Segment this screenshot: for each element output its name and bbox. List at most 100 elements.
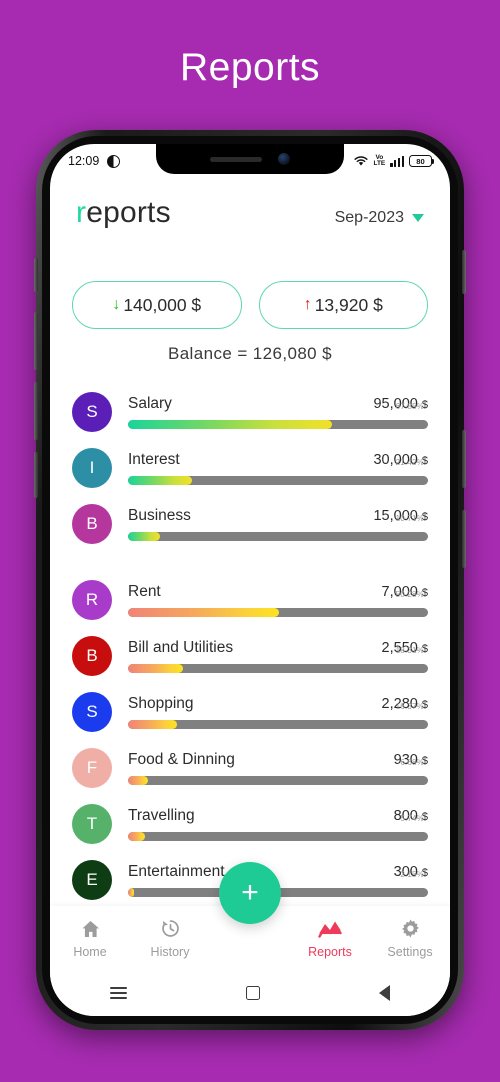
home-icon (80, 918, 101, 940)
category-list[interactable]: S Salary 95,000 $67.85% I Interest 30,000 $21… (50, 384, 450, 920)
income-category-group: S Salary 95,000 $67.85% I Interest 30,000 $21… (72, 384, 428, 552)
brand-rest: eports (86, 196, 171, 229)
category-progress-track (128, 776, 428, 785)
hamburger-recents-icon[interactable] (109, 986, 127, 1000)
avatar: I (72, 448, 112, 488)
phone-screen: 12:09 Vo LTE 80 reports Sep-2023 ↓ 140,0… (50, 144, 450, 1016)
category-body: Food & Dinning 930 $6.68% (128, 751, 428, 785)
category-progress-fill (128, 776, 148, 785)
category-percent-label: 50.28% (395, 590, 424, 599)
category-name: Food & Dinning (128, 751, 235, 768)
app-brand-title: reports (76, 196, 171, 230)
avatar: T (72, 804, 112, 844)
avatar: S (72, 392, 112, 432)
signal-bars-icon (390, 155, 404, 167)
category-row[interactable]: B Bill and Utilities 2,550 $18.31% (72, 628, 428, 684)
category-progress-fill (128, 664, 183, 673)
category-row[interactable]: F Food & Dinning 930 $6.68% (72, 740, 428, 796)
triangle-back-icon[interactable] (379, 985, 391, 1001)
page-title: Reports (179, 46, 321, 89)
category-name: Salary (128, 395, 172, 412)
summary-pills: ↓ 140,000 $ ↑ 13,920 $ (50, 281, 450, 329)
category-percent-label: 67.85% (395, 402, 424, 411)
category-progress-fill (128, 832, 146, 841)
income-total-value: 140,000 $ (123, 294, 202, 315)
category-progress-track (128, 832, 428, 841)
category-body: Rent 7,000 $50.28% (128, 583, 428, 617)
category-body: Travelling 800 $5.74% (128, 807, 428, 841)
category-progress-track (128, 720, 428, 729)
phone-button-right-3[interactable] (462, 510, 466, 568)
front-camera-icon (278, 153, 290, 165)
category-progress-fill (128, 888, 135, 897)
category-percent-label: 16.37% (395, 702, 424, 711)
category-row[interactable]: R Rent 7,000 $50.28% (72, 572, 428, 628)
wifi-icon (354, 156, 369, 166)
arrow-up-icon: ↑ (303, 296, 312, 313)
category-progress-fill (128, 720, 177, 729)
history-clock-icon (160, 918, 181, 940)
category-progress-track (128, 476, 428, 485)
nav-item-settings[interactable]: Settings (370, 918, 450, 959)
category-row[interactable]: S Shopping 2,280 $16.37% (72, 684, 428, 740)
phone-button-volume-down[interactable] (34, 382, 38, 440)
chevron-down-icon (412, 214, 424, 222)
category-progress-fill (128, 476, 193, 485)
nav-item-home[interactable]: Home (50, 918, 130, 959)
category-progress-fill (128, 420, 332, 429)
category-progress-track (128, 608, 428, 617)
speaker-grille-icon (210, 156, 262, 162)
category-body: Bill and Utilities 2,550 $18.31% (128, 639, 428, 673)
phone-button-left-4[interactable] (34, 452, 38, 498)
category-progress-fill (128, 608, 279, 617)
balance-summary: Balance = 126,080 $ (167, 344, 333, 363)
category-percent-label: 2.15% (400, 870, 424, 879)
status-bar-left: 12:09 (68, 154, 121, 168)
category-header: Food & Dinning 930 $ (128, 751, 428, 769)
square-home-icon[interactable] (245, 986, 260, 1000)
category-percent-label: 10.71% (395, 514, 424, 523)
category-row[interactable]: T Travelling 800 $5.74% (72, 796, 428, 852)
nav-label-reports: Reports (308, 944, 352, 959)
do-not-disturb-icon (107, 154, 121, 168)
category-name: Bill and Utilities (128, 639, 234, 656)
phone-mockup: 12:09 Vo LTE 80 reports Sep-2023 ↓ 140,0… (34, 130, 466, 1030)
category-percent-label: 21.42% (395, 458, 424, 467)
phone-button-right-1[interactable] (462, 250, 466, 294)
avatar: E (72, 860, 112, 900)
category-percent-label: 18.31% (395, 646, 424, 655)
status-bar-right: Vo LTE 80 (354, 154, 435, 167)
avatar: B (72, 636, 112, 676)
category-header: Interest 30,000 $ (128, 451, 428, 469)
month-selector[interactable]: Sep-2023 (335, 209, 424, 227)
category-header: Rent 7,000 $ (128, 583, 428, 601)
category-name: Business (128, 507, 191, 524)
category-body: Shopping 2,280 $16.37% (128, 695, 428, 729)
category-row[interactable]: I Interest 30,000 $21.42% (72, 440, 428, 496)
status-time: 12:09 (68, 154, 100, 168)
phone-notch (156, 144, 344, 174)
income-total-pill[interactable]: ↓ 140,000 $ (72, 281, 242, 329)
brand-accent-letter: r (76, 196, 87, 229)
category-progress-track (128, 532, 428, 541)
nav-label-settings: Settings (387, 944, 433, 959)
add-transaction-fab[interactable]: + (219, 862, 281, 924)
nav-item-history[interactable]: History (130, 918, 210, 959)
category-name: Travelling (128, 807, 195, 824)
phone-button-power[interactable] (462, 430, 466, 488)
category-body: Business 15,000 $10.71% (128, 507, 428, 541)
battery-indicator: 80 (409, 155, 435, 167)
category-row[interactable]: S Salary 95,000 $67.85% (72, 384, 428, 440)
phone-button-volume-up[interactable] (34, 312, 38, 370)
category-name: Shopping (128, 695, 194, 712)
category-header: Shopping 2,280 $ (128, 695, 428, 713)
avatar: S (72, 692, 112, 732)
category-row[interactable]: B Business 15,000 $10.71% (72, 496, 428, 552)
category-progress-track (128, 420, 428, 429)
category-header: Entertainment 300 $ (128, 863, 428, 881)
nav-item-reports[interactable]: Reports (290, 918, 370, 959)
phone-button-left-1[interactable] (34, 258, 38, 292)
avatar: B (72, 504, 112, 544)
expense-total-pill[interactable]: ↑ 13,920 $ (258, 281, 428, 329)
category-body: Interest 30,000 $21.42% (128, 451, 428, 485)
